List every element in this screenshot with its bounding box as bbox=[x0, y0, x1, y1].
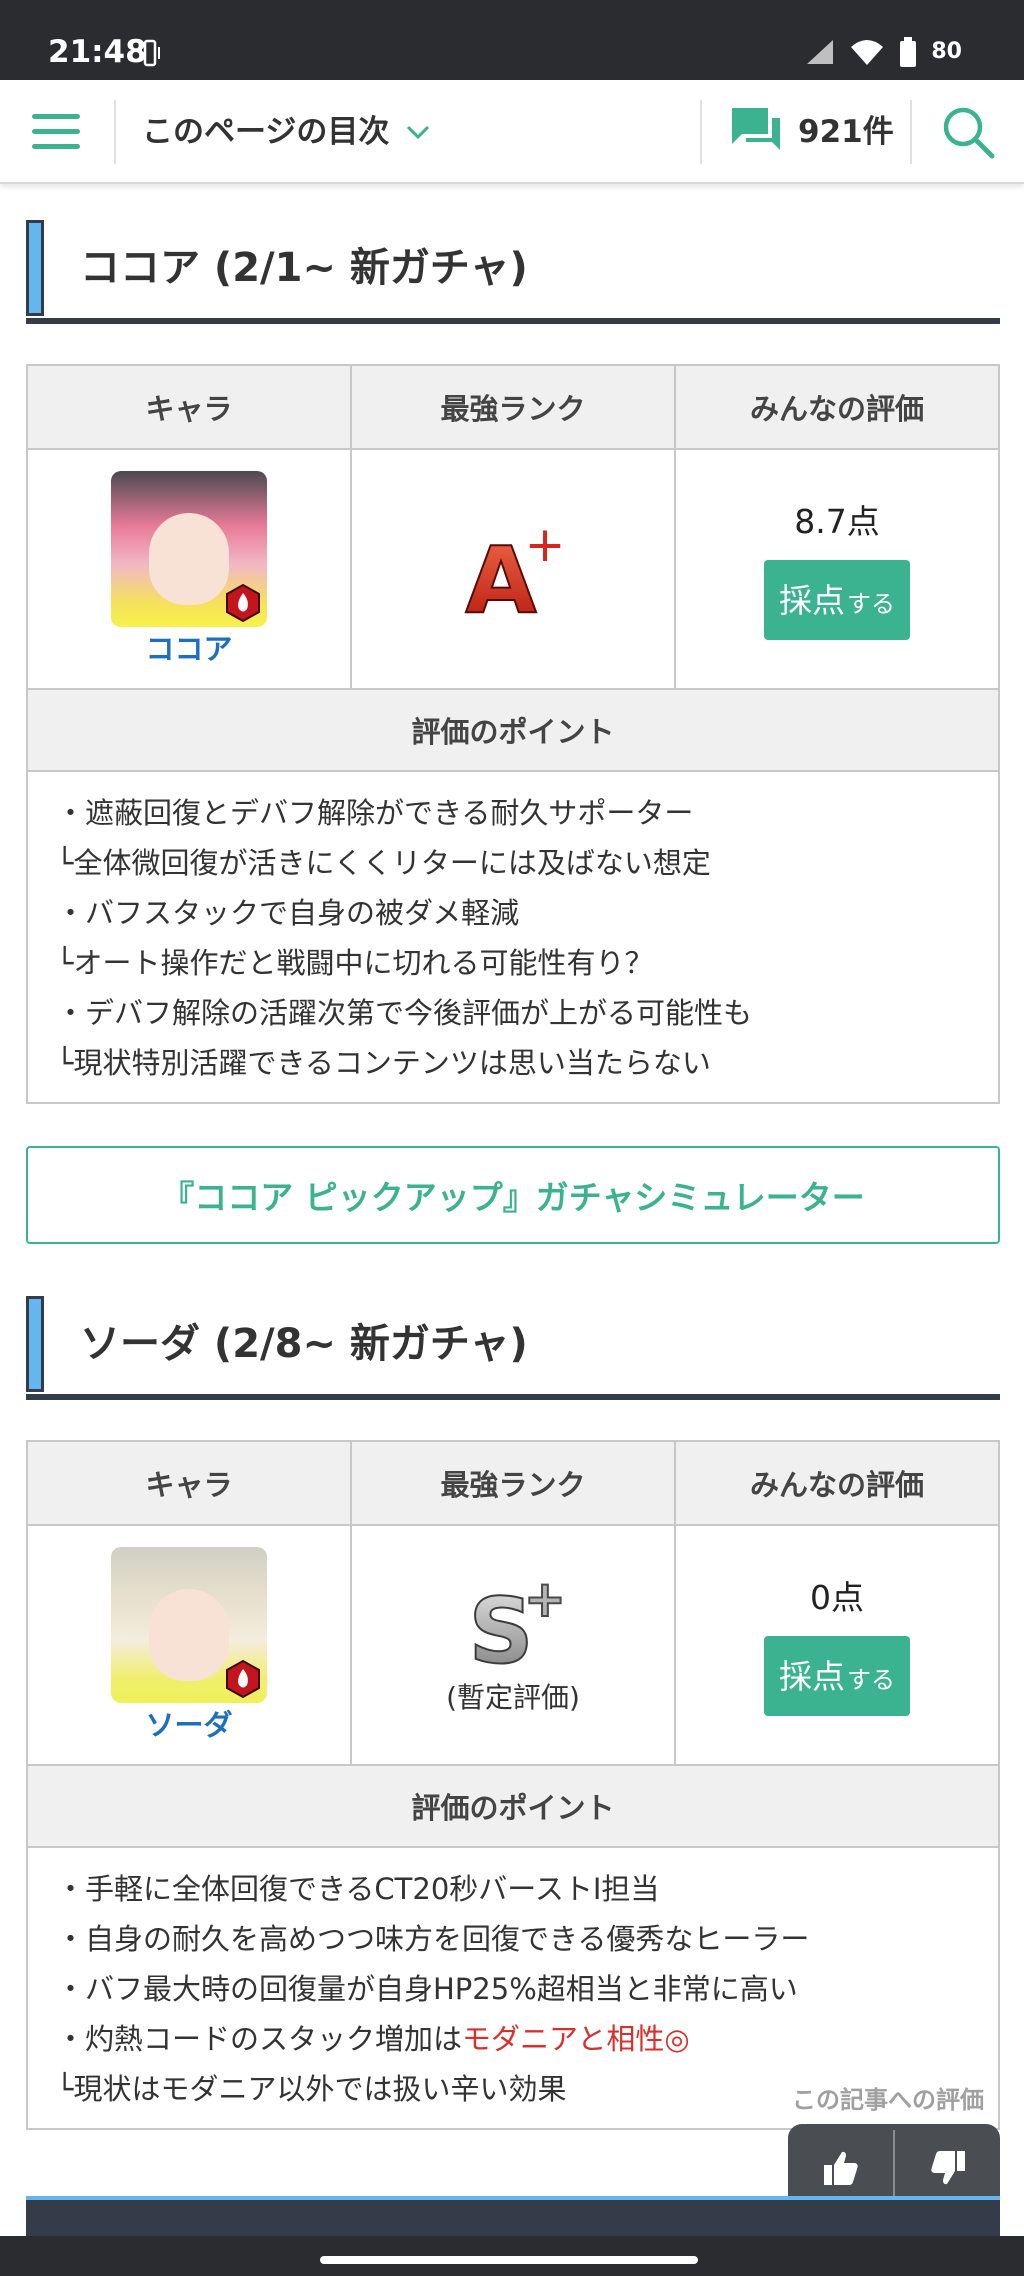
article-rating-label: この記事への評価 bbox=[792, 2086, 984, 2114]
table-header-row: キャラ 最強ランク みんなの評価 bbox=[28, 366, 998, 450]
table-header-row: キャラ 最強ランク みんなの評価 bbox=[28, 1442, 998, 1526]
rank-s-plus-icon: S + bbox=[468, 1574, 567, 1670]
rate-button-label: 採点 bbox=[779, 581, 845, 620]
list-item: ・灼熱コードのスタック増加はモダニアと相性◎ bbox=[56, 2014, 998, 2064]
character-cell: ソーダ bbox=[28, 1526, 352, 1764]
points-header: 評価のポイント bbox=[28, 690, 998, 772]
comment-icon[interactable] bbox=[728, 104, 784, 160]
fire-element-icon bbox=[226, 1659, 260, 1699]
vibrate-icon bbox=[140, 39, 160, 67]
average-score: 0点 bbox=[810, 1578, 864, 1617]
gacha-simulator-button[interactable]: 『ココア ピックアップ』ガチャシミュレーター bbox=[26, 1146, 1000, 1244]
points-header: 評価のポイント bbox=[28, 1766, 998, 1848]
header-divider bbox=[700, 100, 702, 164]
list-item: ・バフスタックで自身の被ダメ軽減 bbox=[56, 896, 520, 930]
rate-button[interactable]: 採点 する bbox=[764, 1636, 910, 1716]
system-nav-bar bbox=[0, 2236, 1024, 2276]
page-header: このページの目次 921件 bbox=[0, 80, 1024, 184]
list-item: ・遮蔽回復とデバフ解除ができる耐久サポーター bbox=[56, 796, 694, 830]
col-header-character: キャラ bbox=[28, 1442, 352, 1524]
battery-level: 80 bbox=[931, 39, 962, 64]
heading-accent-bar bbox=[26, 1296, 44, 1392]
thumbs-down-icon bbox=[930, 2151, 965, 2185]
heading-accent-bar bbox=[26, 220, 44, 316]
fire-element-icon bbox=[226, 583, 260, 623]
next-section-heading bbox=[26, 2196, 1000, 2236]
rate-button-sub: する bbox=[847, 1666, 895, 1694]
character-table-cocoa: キャラ 最強ランク みんなの評価 ココア A + 8.7点 採点 する 評価のポ… bbox=[26, 364, 1000, 1104]
rank-cell: S + (暫定評価) bbox=[352, 1526, 676, 1764]
table-row: ココア A + 8.7点 採点 する bbox=[28, 450, 998, 690]
section-title: ソーダ (2/8~ 新ガチャ) bbox=[80, 1321, 528, 1367]
header-divider bbox=[114, 100, 116, 164]
col-header-character: キャラ bbox=[28, 366, 352, 448]
toc-dropdown[interactable]: このページの目次 bbox=[142, 106, 389, 158]
list-item: ・バフ最大時の回復量が自身HP25%超相当と非常に高い bbox=[56, 1972, 798, 2006]
rating-cell: 8.7点 採点 する bbox=[676, 450, 998, 688]
character-avatar-cocoa[interactable] bbox=[111, 471, 267, 627]
section-heading-cocoa: ココア (2/1~ 新ガチャ) bbox=[26, 220, 1000, 324]
list-item: ・手軽に全体回復できるCT20秒バーストI担当 bbox=[56, 1872, 660, 1906]
character-link-soda[interactable]: ソーダ bbox=[145, 1707, 232, 1743]
home-gesture-handle[interactable] bbox=[320, 2256, 698, 2264]
character-cell: ココア bbox=[28, 450, 352, 688]
list-item: ・デバフ解除の活躍次第で今後評価が上がる可能性も bbox=[56, 996, 753, 1030]
highlight-text: モダニアと相性◎ bbox=[462, 2022, 690, 2056]
section-title: ココア (2/1~ 新ガチャ) bbox=[80, 245, 528, 291]
average-score: 8.7点 bbox=[794, 502, 880, 541]
section-heading-soda: ソーダ (2/8~ 新ガチャ) bbox=[26, 1296, 1000, 1400]
rate-button-sub: する bbox=[847, 590, 895, 618]
comment-count[interactable]: 921件 bbox=[798, 106, 894, 158]
header-divider bbox=[910, 100, 912, 164]
wifi-icon bbox=[851, 40, 884, 65]
list-item: └現状特別活躍できるコンテンツは思い当たらない bbox=[56, 1046, 711, 1080]
rank-note: (暫定評価) bbox=[446, 1681, 580, 1714]
point-text: ・灼熱コードのスタック増加は bbox=[56, 2022, 463, 2056]
list-item: └全体微回復が活きにくくリターには及ばない想定 bbox=[56, 846, 711, 880]
character-link-cocoa[interactable]: ココア bbox=[145, 631, 232, 667]
character-table-soda: キャラ 最強ランク みんなの評価 ソーダ S + (暫定評価) 0点 採点 する… bbox=[26, 1440, 1000, 2130]
status-bar: 21:48 80 bbox=[0, 0, 1024, 80]
list-item: └オート操作だと戦闘中に切れる可能性有り？ bbox=[56, 946, 654, 980]
rating-cell: 0点 採点 する bbox=[676, 1526, 998, 1764]
character-avatar-soda[interactable] bbox=[111, 1547, 267, 1703]
svg-text:+: + bbox=[524, 1574, 566, 1628]
rate-button[interactable]: 採点 する bbox=[764, 560, 910, 640]
rank-cell: A + bbox=[352, 450, 676, 688]
rate-button-label: 採点 bbox=[779, 1657, 845, 1696]
status-time: 21:48 bbox=[48, 34, 147, 70]
points-list: ・遮蔽回復とデバフ解除ができる耐久サポーター └全体微回復が活きにくくリターには… bbox=[28, 772, 998, 1102]
col-header-rank: 最強ランク bbox=[352, 366, 676, 448]
col-header-rating: みんなの評価 bbox=[749, 392, 924, 426]
thumbs-up-icon bbox=[823, 2151, 858, 2185]
table-row: ソーダ S + (暫定評価) 0点 採点 する bbox=[28, 1526, 998, 1766]
menu-icon[interactable] bbox=[32, 114, 82, 150]
col-header-rank: 最強ランク bbox=[352, 1442, 676, 1524]
search-icon[interactable] bbox=[938, 102, 998, 162]
list-item: ・自身の耐久を高めつつ味方を回復できる優秀なヒーラー bbox=[56, 1922, 810, 1956]
chevron-down-icon[interactable] bbox=[404, 118, 432, 146]
col-header-rating: みんなの評価 bbox=[749, 1468, 924, 1502]
svg-text:+: + bbox=[523, 515, 567, 575]
rank-a-plus-icon: A + bbox=[464, 514, 567, 624]
battery-icon bbox=[900, 37, 917, 67]
signal-icon bbox=[807, 40, 834, 64]
status-icons: 80 bbox=[805, 34, 962, 70]
